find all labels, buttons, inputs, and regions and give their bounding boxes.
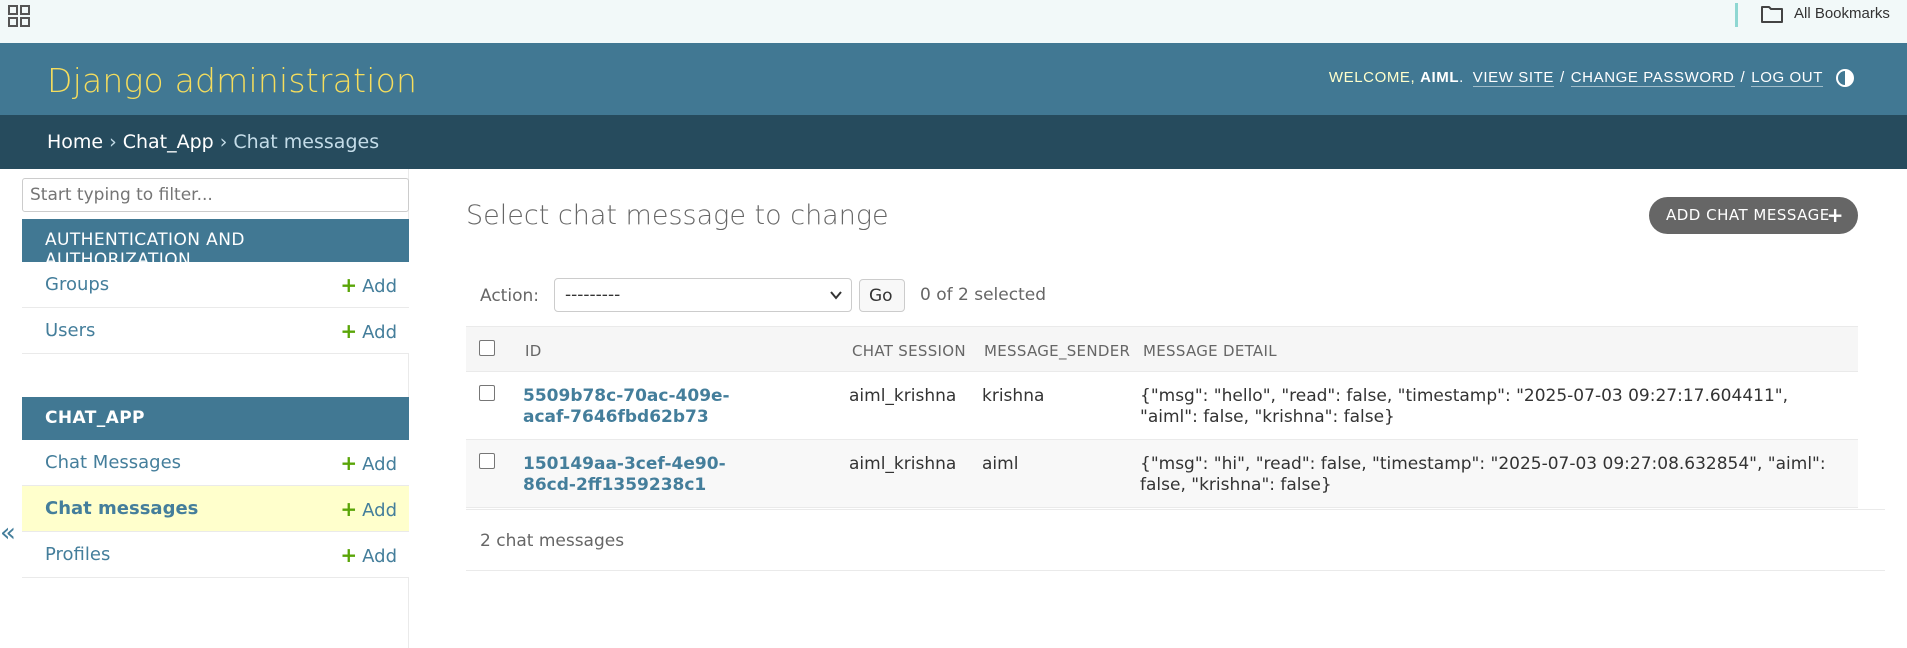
row-message-detail: {"msg": "hello", "read": false, "timesta… — [1140, 386, 1788, 427]
apps-grid-icon[interactable] — [8, 5, 30, 27]
breadcrumb: Home › Chat_App › Chat messages — [0, 115, 1907, 169]
app-caption-chat-app[interactable]: Chat_App — [22, 397, 409, 440]
nav-filter-input[interactable] — [22, 178, 409, 212]
bookmarks-bar: All Bookmarks — [0, 0, 1907, 43]
user-tools: Welcome, aiml. View site / Change password… — [1328, 69, 1823, 87]
row-chat-session: aiml_krishna — [849, 454, 957, 474]
plus-icon: + — [340, 497, 358, 521]
action-select[interactable]: --------- — [554, 278, 852, 312]
column-header-chat-session[interactable]: Chat session — [852, 342, 966, 360]
actions-bar: Action: --------- Go 0 of 2 selected — [466, 268, 1858, 326]
theme-toggle-icon[interactable] — [1835, 68, 1855, 88]
app-caption-auth[interactable]: Authentication and Authorization — [22, 219, 409, 270]
add-groups-link[interactable]: + Add — [340, 273, 397, 297]
sidebar-item-profiles[interactable]: Profiles + Add — [22, 532, 409, 578]
table-row: 150149aa-3cef-4e90-86cd-2ff1359238c1 aim… — [466, 440, 1858, 508]
sidebar-item-chat-messages-current[interactable]: Chat messages + Add — [22, 486, 409, 532]
plus-icon: + — [340, 319, 358, 343]
plus-icon: + — [340, 543, 358, 567]
row-checkbox[interactable] — [479, 385, 495, 401]
action-label: Action: — [480, 286, 539, 306]
plus-icon: + — [1826, 203, 1844, 227]
model-link-chat-messages-current[interactable]: Chat messages — [45, 498, 198, 519]
row-checkbox[interactable] — [479, 453, 495, 469]
model-link-groups[interactable]: Groups — [45, 274, 109, 295]
sidebar-item-users[interactable]: Users + Add — [22, 308, 409, 354]
column-header-message-detail[interactable]: Message detail — [1143, 342, 1277, 360]
add-chat-message-button[interactable]: Add chat message + — [1649, 197, 1858, 234]
page-title: Select chat message to change — [466, 200, 889, 231]
breadcrumb-app[interactable]: Chat_App — [123, 131, 214, 153]
welcome-text: Welcome, — [1328, 69, 1416, 86]
change-password-link[interactable]: Change password — [1570, 69, 1735, 87]
row-message-sender: aiml — [982, 454, 1019, 474]
username: aiml — [1420, 69, 1460, 86]
chevron-down-icon — [830, 291, 842, 300]
row-id-link[interactable]: 5509b78c-70ac-409e-acaf-7646fbd62b73 — [523, 386, 763, 428]
bookmarks-divider — [1735, 3, 1738, 27]
add-profiles-link[interactable]: + Add — [340, 543, 397, 567]
site-branding[interactable]: Django administration — [47, 61, 417, 100]
column-header-message-sender[interactable]: Message_sender — [984, 342, 1130, 360]
breadcrumb-home[interactable]: Home — [47, 131, 103, 153]
plus-icon: + — [340, 273, 358, 297]
select-all-checkbox[interactable] — [479, 340, 495, 356]
view-site-link[interactable]: View site — [1472, 69, 1554, 87]
selection-counter: 0 of 2 selected — [920, 285, 1046, 305]
column-header-id[interactable]: ID — [525, 342, 542, 360]
folder-icon[interactable] — [1760, 4, 1784, 24]
all-bookmarks-link[interactable]: All Bookmarks — [1794, 5, 1890, 22]
model-link-profiles[interactable]: Profiles — [45, 544, 110, 565]
add-chat-messages-current-link[interactable]: + Add — [340, 497, 397, 521]
row-message-detail: {"msg": "hi", "read": false, "timestamp"… — [1140, 454, 1826, 495]
breadcrumb-current: Chat messages — [233, 131, 380, 153]
add-chat-messages-link[interactable]: + Add — [340, 451, 397, 475]
nav-sidebar: Authentication and Authorization Groups … — [22, 169, 409, 648]
table-header: ID Chat session Message_sender Message d… — [466, 326, 1858, 372]
plus-icon: + — [340, 451, 358, 475]
admin-header: Django administration Welcome, aiml. Vie… — [0, 43, 1907, 115]
sidebar-collapse-toggle[interactable]: « — [0, 518, 16, 548]
row-message-sender: krishna — [982, 386, 1045, 406]
paginator: 2 chat messages — [466, 509, 1885, 571]
model-link-users[interactable]: Users — [45, 320, 95, 341]
add-users-link[interactable]: + Add — [340, 319, 397, 343]
row-chat-session: aiml_krishna — [849, 386, 957, 406]
model-link-chat-messages[interactable]: Chat Messages — [45, 452, 181, 473]
row-id-link[interactable]: 150149aa-3cef-4e90-86cd-2ff1359238c1 — [523, 454, 763, 496]
sidebar-item-chat-messages[interactable]: Chat Messages + Add — [22, 440, 409, 486]
table-row: 5509b78c-70ac-409e-acaf-7646fbd62b73 aim… — [466, 372, 1858, 440]
sidebar-item-groups[interactable]: Groups + Add — [22, 262, 409, 308]
go-button[interactable]: Go — [859, 279, 905, 312]
log-out-link[interactable]: Log out — [1751, 69, 1823, 87]
